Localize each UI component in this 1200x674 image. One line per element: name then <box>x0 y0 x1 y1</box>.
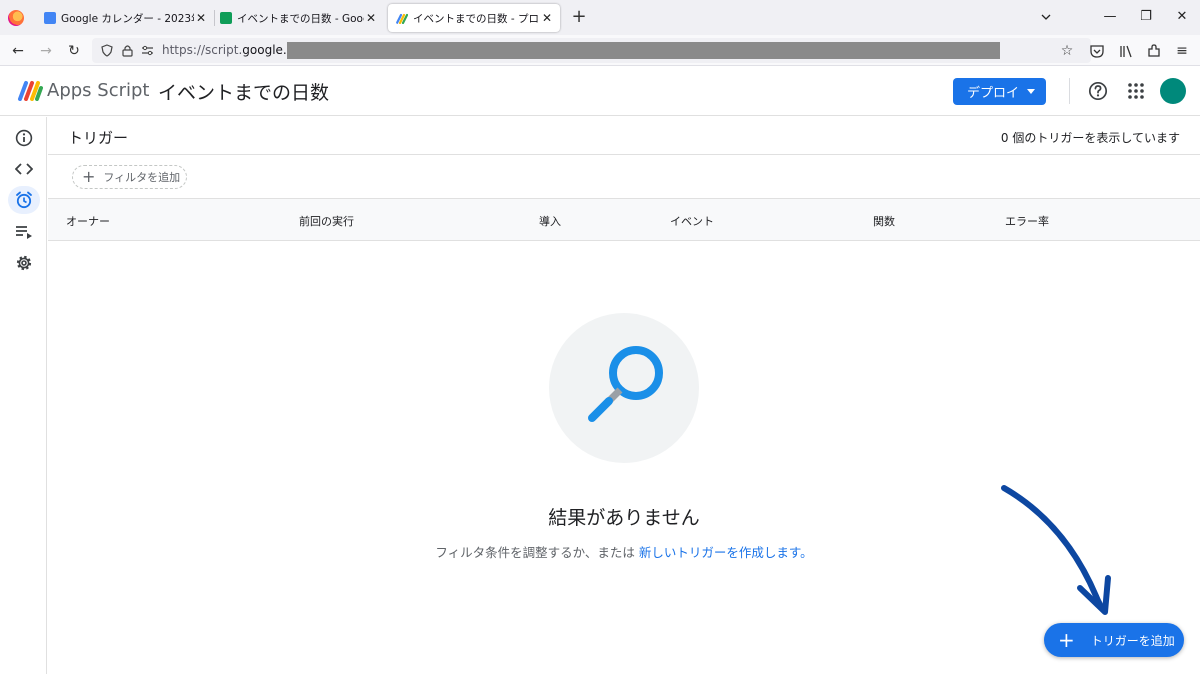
apps-script-logo-icon[interactable] <box>17 79 43 101</box>
minimize-icon[interactable]: — <box>1098 6 1122 28</box>
chevron-down-icon <box>1027 89 1035 94</box>
alarm-clock-icon <box>16 191 32 209</box>
table-header: オーナー 前回の実行 導入 イベント 関数 エラー率 <box>48 199 1200 241</box>
column-function[interactable]: 関数 <box>873 213 895 229</box>
column-deployment[interactable]: 導入 <box>539 213 561 229</box>
column-last-run[interactable]: 前回の実行 <box>299 213 354 229</box>
nav-triggers[interactable] <box>8 186 40 214</box>
empty-state-illustration <box>549 313 699 463</box>
tab-title: Google カレンダー - 2023年 6月 2 <box>61 12 194 25</box>
nav-overview[interactable] <box>8 124 40 152</box>
avatar[interactable] <box>1160 78 1186 104</box>
plus-icon: + <box>82 167 96 186</box>
window-close-icon[interactable]: ✕ <box>1170 6 1194 28</box>
google-apps-icon[interactable] <box>1126 81 1146 101</box>
column-error-rate[interactable]: エラー率 <box>1005 213 1049 229</box>
firefox-icon[interactable] <box>8 10 24 26</box>
extensions-icon[interactable] <box>1143 40 1165 62</box>
tab-title: イベントまでの日数 - Google スプレ <box>237 12 364 25</box>
page-title: トリガー <box>68 129 129 147</box>
calendar-icon <box>44 12 56 24</box>
tab-title: イベントまでの日数 - プロジェクトの <box>413 12 540 25</box>
panel-header: トリガー 0 個のトリガーを表示しています <box>48 117 1200 155</box>
apps-script-icon <box>396 13 408 24</box>
browser-toolbar: ← → ↻ https://script.google.com/ ☆ ≡ <box>0 35 1200 66</box>
header-divider <box>1069 78 1070 104</box>
lock-icon[interactable] <box>120 43 134 57</box>
add-trigger-button[interactable]: + トリガーを追加 <box>1044 623 1184 657</box>
deploy-button[interactable]: デプロイ <box>953 78 1046 105</box>
app-header: Apps Script イベントまでの日数 デプロイ <box>0 66 1200 116</box>
code-icon <box>15 163 33 175</box>
column-event[interactable]: イベント <box>670 213 714 229</box>
close-icon[interactable]: ✕ <box>364 11 378 25</box>
pocket-icon[interactable] <box>1086 40 1108 62</box>
browser-tab-strip: Google カレンダー - 2023年 6月 2 ✕ イベントまでの日数 - … <box>0 0 1200 35</box>
help-icon[interactable] <box>1088 81 1108 101</box>
gear-icon <box>16 255 32 271</box>
close-icon[interactable]: ✕ <box>540 11 554 25</box>
url-redaction <box>287 42 1000 59</box>
url-bar[interactable]: https://script.google.com/ <box>92 38 1091 63</box>
magnifier-icon <box>588 346 663 422</box>
sheets-icon <box>220 12 232 24</box>
forward-icon[interactable]: → <box>35 40 57 62</box>
menu-icon[interactable]: ≡ <box>1171 40 1193 62</box>
filter-bar: + フィルタを追加 <box>48 155 1200 199</box>
restore-icon[interactable]: ❐ <box>1134 6 1158 28</box>
close-icon[interactable]: ✕ <box>194 11 208 25</box>
nav-settings[interactable] <box>8 249 40 277</box>
create-trigger-link[interactable]: 新しいトリガーを作成します。 <box>639 545 813 560</box>
plus-icon: + <box>1058 628 1075 652</box>
browser-tab-sheets[interactable]: イベントまでの日数 - Google スプレ ✕ <box>212 4 384 32</box>
deploy-label: デプロイ <box>967 86 1020 101</box>
browser-tab-calendar[interactable]: Google カレンダー - 2023年 6月 2 ✕ <box>36 4 214 32</box>
left-nav-rail <box>0 117 47 674</box>
shield-icon[interactable] <box>100 43 114 57</box>
executions-icon <box>16 226 32 239</box>
add-filter-button[interactable]: + フィルタを追加 <box>72 165 187 189</box>
app-name[interactable]: Apps Script <box>47 80 149 101</box>
info-icon <box>15 129 33 147</box>
annotation-arrow <box>1001 485 1111 615</box>
reload-icon[interactable]: ↻ <box>63 40 85 62</box>
back-icon[interactable]: ← <box>7 40 29 62</box>
browser-tab-apps-script[interactable]: イベントまでの日数 - プロジェクトの ✕ <box>388 4 560 32</box>
trigger-count: 0 個のトリガーを表示しています <box>1000 131 1180 145</box>
column-owner[interactable]: オーナー <box>66 213 110 229</box>
nav-executions[interactable] <box>8 218 40 246</box>
new-tab-button[interactable]: + <box>569 7 589 27</box>
project-title[interactable]: イベントまでの日数 <box>158 78 329 105</box>
bookmark-star-icon[interactable]: ☆ <box>1056 40 1078 62</box>
nav-editor[interactable] <box>8 155 40 183</box>
empty-state-text: フィルタ条件を調整するか、または <box>435 545 639 560</box>
add-trigger-label: トリガーを追加 <box>1090 633 1175 648</box>
library-icon[interactable] <box>1115 40 1137 62</box>
add-filter-label: フィルタを追加 <box>103 171 181 184</box>
list-all-tabs-icon[interactable] <box>1034 6 1058 28</box>
permissions-icon[interactable] <box>140 43 154 57</box>
